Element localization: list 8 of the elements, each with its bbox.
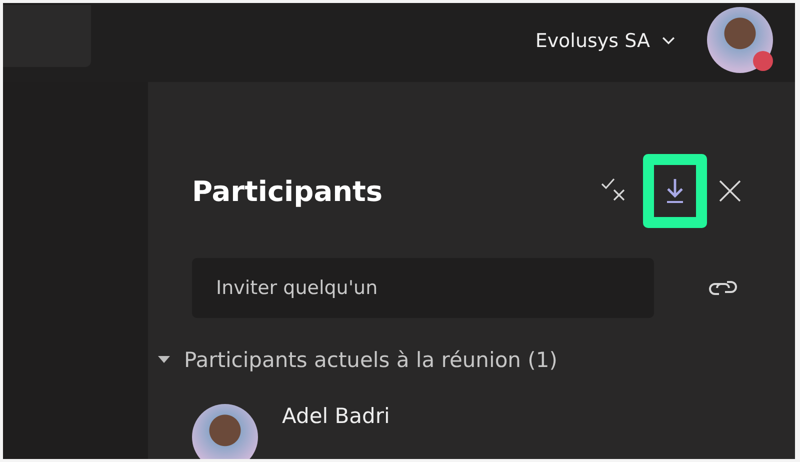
invite-field[interactable]: Inviter quelqu'un xyxy=(192,258,654,318)
caret-icon xyxy=(158,356,170,364)
chevron-down-icon xyxy=(662,36,675,45)
participant-avatar xyxy=(192,404,258,459)
participant-name[interactable]: Adel Badri xyxy=(282,404,390,428)
close-icon xyxy=(717,178,743,204)
panel-title: Participants xyxy=(192,174,384,208)
organization-switcher[interactable]: Evolusys SA xyxy=(535,30,675,52)
